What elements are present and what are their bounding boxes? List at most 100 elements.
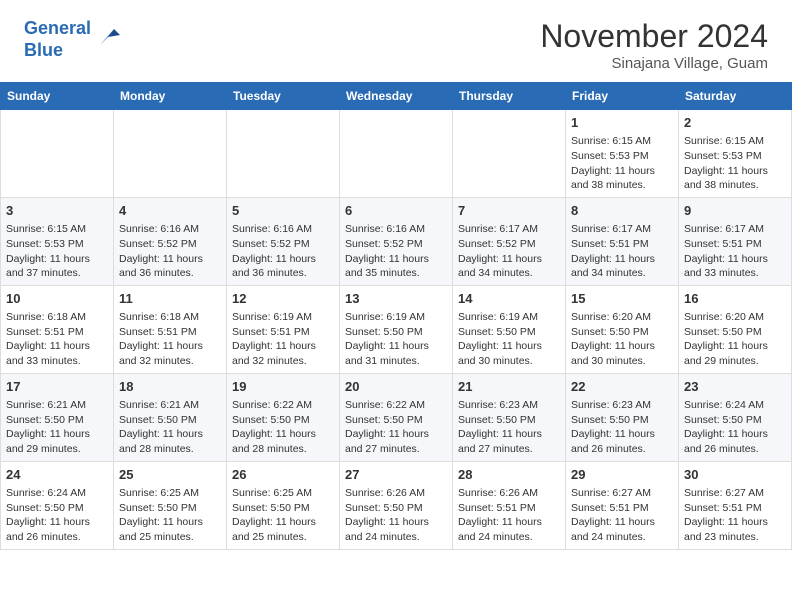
day-number: 22: [571, 378, 673, 396]
day-info: Sunset: 5:50 PM: [345, 413, 447, 428]
day-info: Sunrise: 6:17 AM: [458, 222, 560, 237]
day-info: Daylight: 11 hours: [119, 339, 221, 354]
day-info: Daylight: 11 hours: [684, 252, 786, 267]
day-info: Daylight: 11 hours: [232, 515, 334, 530]
calendar-week-1: 1Sunrise: 6:15 AMSunset: 5:53 PMDaylight…: [1, 110, 792, 198]
day-info: Daylight: 11 hours: [458, 427, 560, 442]
title-area: November 2024 Sinajana Village, Guam: [540, 18, 768, 72]
day-info: and 26 minutes.: [6, 530, 108, 545]
weekday-header-friday: Friday: [566, 83, 679, 110]
day-info: Daylight: 11 hours: [6, 515, 108, 530]
day-info: Sunset: 5:50 PM: [571, 325, 673, 340]
calendar-cell: 27Sunrise: 6:26 AMSunset: 5:50 PMDayligh…: [340, 461, 453, 549]
day-info: Sunset: 5:53 PM: [6, 237, 108, 252]
day-info: and 31 minutes.: [345, 354, 447, 369]
day-number: 4: [119, 202, 221, 220]
day-info: Sunrise: 6:26 AM: [345, 486, 447, 501]
day-info: Daylight: 11 hours: [458, 339, 560, 354]
calendar-cell: [453, 110, 566, 198]
day-number: 21: [458, 378, 560, 396]
calendar-cell: 19Sunrise: 6:22 AMSunset: 5:50 PMDayligh…: [227, 373, 340, 461]
day-info: and 28 minutes.: [232, 442, 334, 457]
calendar-cell: 8Sunrise: 6:17 AMSunset: 5:51 PMDaylight…: [566, 197, 679, 285]
calendar-week-3: 10Sunrise: 6:18 AMSunset: 5:51 PMDayligh…: [1, 285, 792, 373]
day-info: Daylight: 11 hours: [232, 252, 334, 267]
day-number: 19: [232, 378, 334, 396]
calendar-cell: 21Sunrise: 6:23 AMSunset: 5:50 PMDayligh…: [453, 373, 566, 461]
day-info: Sunset: 5:50 PM: [684, 413, 786, 428]
calendar-cell: 16Sunrise: 6:20 AMSunset: 5:50 PMDayligh…: [679, 285, 792, 373]
day-info: Sunrise: 6:22 AM: [345, 398, 447, 413]
day-info: Sunrise: 6:18 AM: [6, 310, 108, 325]
day-info: Sunrise: 6:25 AM: [232, 486, 334, 501]
day-info: Daylight: 11 hours: [571, 339, 673, 354]
day-info: and 32 minutes.: [119, 354, 221, 369]
day-info: Daylight: 11 hours: [345, 427, 447, 442]
day-info: Sunset: 5:51 PM: [571, 501, 673, 516]
day-info: Sunrise: 6:15 AM: [684, 134, 786, 149]
day-number: 23: [684, 378, 786, 396]
calendar-cell: [340, 110, 453, 198]
day-info: and 26 minutes.: [571, 442, 673, 457]
day-number: 6: [345, 202, 447, 220]
logo-text: GeneralBlue: [24, 18, 91, 61]
calendar-cell: 14Sunrise: 6:19 AMSunset: 5:50 PMDayligh…: [453, 285, 566, 373]
day-number: 15: [571, 290, 673, 308]
calendar-cell: 6Sunrise: 6:16 AMSunset: 5:52 PMDaylight…: [340, 197, 453, 285]
day-info: and 38 minutes.: [684, 178, 786, 193]
calendar-cell: 1Sunrise: 6:15 AMSunset: 5:53 PMDaylight…: [566, 110, 679, 198]
day-info: Sunrise: 6:27 AM: [571, 486, 673, 501]
day-info: and 27 minutes.: [458, 442, 560, 457]
day-info: Daylight: 11 hours: [684, 339, 786, 354]
day-info: Sunrise: 6:16 AM: [119, 222, 221, 237]
day-info: Sunrise: 6:20 AM: [571, 310, 673, 325]
day-number: 25: [119, 466, 221, 484]
day-info: and 25 minutes.: [232, 530, 334, 545]
day-info: Daylight: 11 hours: [684, 164, 786, 179]
day-number: 14: [458, 290, 560, 308]
day-info: Daylight: 11 hours: [119, 427, 221, 442]
day-info: Sunrise: 6:21 AM: [6, 398, 108, 413]
day-info: Sunrise: 6:16 AM: [345, 222, 447, 237]
day-info: Sunrise: 6:24 AM: [6, 486, 108, 501]
calendar-cell: 9Sunrise: 6:17 AMSunset: 5:51 PMDaylight…: [679, 197, 792, 285]
day-info: and 24 minutes.: [345, 530, 447, 545]
day-info: Sunset: 5:50 PM: [6, 413, 108, 428]
day-info: and 28 minutes.: [119, 442, 221, 457]
day-number: 20: [345, 378, 447, 396]
day-info: and 33 minutes.: [6, 354, 108, 369]
day-info: and 36 minutes.: [119, 266, 221, 281]
day-info: Sunrise: 6:23 AM: [571, 398, 673, 413]
weekday-header-thursday: Thursday: [453, 83, 566, 110]
day-info: Daylight: 11 hours: [6, 339, 108, 354]
calendar-cell: 22Sunrise: 6:23 AMSunset: 5:50 PMDayligh…: [566, 373, 679, 461]
calendar-week-2: 3Sunrise: 6:15 AMSunset: 5:53 PMDaylight…: [1, 197, 792, 285]
day-number: 5: [232, 202, 334, 220]
day-info: Daylight: 11 hours: [684, 515, 786, 530]
calendar-cell: [227, 110, 340, 198]
day-info: Daylight: 11 hours: [6, 427, 108, 442]
page-header: GeneralBlue November 2024 Sinajana Villa…: [0, 0, 792, 82]
day-info: Daylight: 11 hours: [345, 515, 447, 530]
calendar-cell: 18Sunrise: 6:21 AMSunset: 5:50 PMDayligh…: [114, 373, 227, 461]
day-info: Sunrise: 6:17 AM: [684, 222, 786, 237]
day-info: Sunset: 5:50 PM: [571, 413, 673, 428]
day-info: Sunrise: 6:23 AM: [458, 398, 560, 413]
day-number: 8: [571, 202, 673, 220]
day-info: Sunset: 5:50 PM: [345, 501, 447, 516]
location-subtitle: Sinajana Village, Guam: [540, 55, 768, 72]
day-number: 11: [119, 290, 221, 308]
day-info: Sunset: 5:51 PM: [571, 237, 673, 252]
calendar-cell: 17Sunrise: 6:21 AMSunset: 5:50 PMDayligh…: [1, 373, 114, 461]
day-info: and 24 minutes.: [571, 530, 673, 545]
day-info: and 36 minutes.: [232, 266, 334, 281]
day-info: Sunset: 5:50 PM: [119, 501, 221, 516]
day-info: and 34 minutes.: [458, 266, 560, 281]
calendar-cell: 2Sunrise: 6:15 AMSunset: 5:53 PMDaylight…: [679, 110, 792, 198]
calendar-week-4: 17Sunrise: 6:21 AMSunset: 5:50 PMDayligh…: [1, 373, 792, 461]
day-info: Sunset: 5:51 PM: [119, 325, 221, 340]
day-info: Daylight: 11 hours: [571, 515, 673, 530]
day-info: Sunset: 5:50 PM: [6, 501, 108, 516]
day-info: Sunrise: 6:24 AM: [684, 398, 786, 413]
calendar-table: SundayMondayTuesdayWednesdayThursdayFrid…: [0, 82, 792, 550]
